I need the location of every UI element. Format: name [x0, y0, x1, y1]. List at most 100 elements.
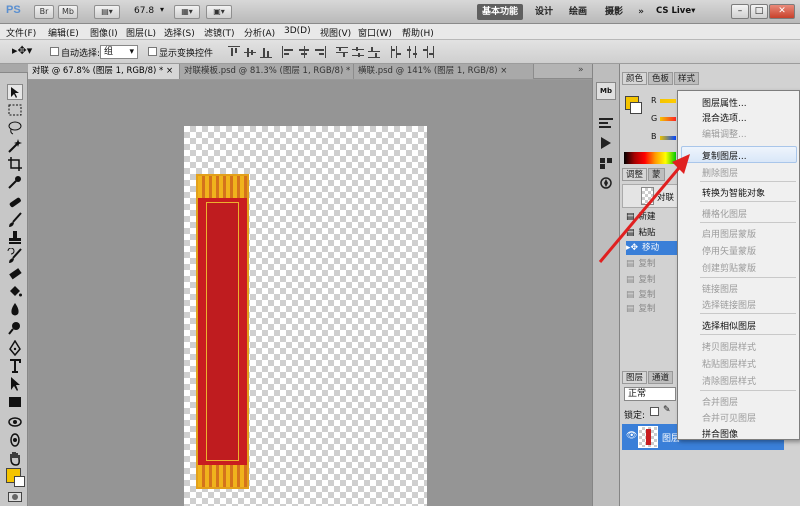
quick-mask-icon[interactable]: [8, 492, 22, 502]
tab-duilian[interactable]: 对联 @ 67.8% (图层 1, RGB/8) * ×: [28, 64, 180, 79]
color-r-slider[interactable]: [660, 99, 676, 103]
marquee-tool-icon[interactable]: [7, 102, 23, 118]
history-item[interactable]: ▤ 复制: [626, 302, 678, 316]
menu-file[interactable]: 文件(F): [6, 26, 36, 39]
distribute-right-icon[interactable]: [422, 46, 434, 58]
crop-tool-icon[interactable]: [7, 156, 23, 172]
align-hcenter-icon[interactable]: [298, 46, 310, 58]
distribute-top-icon[interactable]: [336, 46, 348, 58]
menu-duplicate-layer[interactable]: 复制图层...: [702, 149, 747, 162]
blend-mode-select[interactable]: 正常: [624, 387, 676, 401]
show-transform-checkbox[interactable]: [148, 47, 157, 56]
menu-layer[interactable]: 图层(L): [126, 26, 156, 39]
blur-tool-icon[interactable]: [7, 302, 23, 318]
couplet-layer-image[interactable]: [196, 174, 249, 489]
eye-visibility-icon[interactable]: 👁: [626, 431, 637, 441]
menu-blending-options[interactable]: 混合选项...: [702, 111, 747, 124]
menu-flatten-image[interactable]: 拼合图像: [702, 427, 738, 440]
menu-disable-vector-mask[interactable]: 停用矢量蒙版: [702, 244, 756, 257]
align-left-icon[interactable]: [282, 46, 294, 58]
menu-help[interactable]: 帮助(H): [402, 26, 434, 39]
lock-pixels-icon[interactable]: ✎: [663, 405, 671, 415]
arrange-documents-button[interactable]: ▦▾: [174, 5, 200, 19]
rectangle-tool-icon[interactable]: [7, 394, 23, 410]
workspace-painting[interactable]: 绘画: [564, 4, 592, 20]
menu-window[interactable]: 窗口(W): [358, 26, 392, 39]
eyedropper-tool-icon[interactable]: [7, 174, 23, 190]
menu-merge-layers[interactable]: 合并图层: [702, 395, 738, 408]
close-button[interactable]: ✕: [769, 4, 795, 19]
align-vcenter-icon[interactable]: [244, 46, 256, 58]
menu-enable-layer-mask[interactable]: 启用图层蒙版: [702, 227, 756, 240]
menu-copy-layer-style[interactable]: 拷贝图层样式: [702, 340, 756, 353]
pen-tool-icon[interactable]: [7, 339, 23, 357]
mini-bridge-panel-icon[interactable]: Mb: [596, 82, 616, 100]
align-bottom-icon[interactable]: [260, 46, 272, 58]
workspace-essentials[interactable]: 基本功能: [477, 4, 523, 20]
lock-transparent-icon[interactable]: [650, 407, 659, 416]
tab-henglian[interactable]: 横联.psd @ 141% (图层 1, RGB/8) ×: [354, 64, 534, 79]
menu-analysis[interactable]: 分析(A): [244, 26, 275, 39]
more-workspaces-button[interactable]: »: [634, 4, 648, 20]
close-icon[interactable]: ×: [500, 66, 507, 76]
maximize-button[interactable]: □: [750, 4, 768, 19]
menu-delete-layer[interactable]: 删除图层: [702, 166, 738, 179]
dodge-tool-icon[interactable]: [7, 320, 23, 336]
tab-duilian-template[interactable]: 对联模板.psd @ 81.3% (图层 1, RGB/8) * ×: [180, 64, 354, 79]
history-brush-tool-icon[interactable]: [7, 247, 23, 264]
history-panel-icon[interactable]: [598, 116, 614, 130]
menu-rasterize-layer[interactable]: 栅格化图层: [702, 207, 747, 220]
distribute-bottom-icon[interactable]: [368, 46, 380, 58]
3d-orbit-tool-icon[interactable]: [7, 432, 23, 448]
menu-3d[interactable]: 3D(D): [284, 26, 311, 36]
menu-paste-layer-style[interactable]: 粘贴图层样式: [702, 357, 756, 370]
magic-wand-tool-icon[interactable]: [7, 138, 23, 154]
tab-styles[interactable]: 样式: [674, 72, 700, 85]
align-right-icon[interactable]: [314, 46, 326, 58]
tab-channels[interactable]: 通道: [648, 371, 674, 384]
eraser-tool-icon[interactable]: [7, 266, 23, 282]
bridge-button[interactable]: Br: [34, 5, 54, 19]
menu-clear-layer-style[interactable]: 清除图层样式: [702, 374, 756, 387]
menu-edit[interactable]: 编辑(E): [48, 26, 79, 39]
distribute-hcenter-icon[interactable]: [406, 46, 418, 58]
tabs-overflow-icon[interactable]: »: [578, 65, 584, 75]
history-item[interactable]: ▤ 复制: [626, 273, 678, 287]
menu-image[interactable]: 图像(I): [90, 26, 118, 39]
tab-layers[interactable]: 图层: [622, 371, 648, 384]
color-g-slider[interactable]: [660, 117, 676, 121]
paint-bucket-tool-icon[interactable]: [7, 284, 23, 300]
move-tool-icon[interactable]: [7, 84, 23, 100]
screen-mode-button[interactable]: ▣▾: [206, 5, 232, 19]
menu-merge-visible[interactable]: 合并可见图层: [702, 411, 756, 424]
spot-healing-tool-icon[interactable]: [7, 194, 23, 210]
zoom-dropdown-icon[interactable]: ▾: [160, 5, 164, 14]
tab-swatches[interactable]: 色板: [648, 72, 674, 85]
move-tool-preset-icon[interactable]: ▸✥▾: [12, 44, 32, 57]
auto-select-dropdown[interactable]: 组 ▾: [100, 45, 138, 59]
hand-tool-icon[interactable]: [7, 450, 23, 466]
distribute-left-icon[interactable]: [390, 46, 402, 58]
menu-select[interactable]: 选择(S): [164, 26, 195, 39]
cs-live-button[interactable]: CS Live▾: [656, 6, 695, 16]
workspace-design[interactable]: 设计: [530, 4, 558, 20]
menu-view[interactable]: 视图(V): [320, 26, 351, 39]
mini-bridge-button[interactable]: Mb: [58, 5, 78, 19]
workspace-photography[interactable]: 摄影: [600, 4, 628, 20]
toolbox-header[interactable]: [0, 64, 28, 73]
menu-select-similar-layers[interactable]: 选择相似图层: [702, 319, 756, 332]
color-b-slider[interactable]: [660, 136, 676, 140]
background-color-swatch[interactable]: [14, 476, 25, 487]
lasso-tool-icon[interactable]: [7, 120, 23, 136]
clone-stamp-tool-icon[interactable]: [7, 230, 23, 246]
3d-rotate-tool-icon[interactable]: [7, 414, 23, 430]
color-background-swatch[interactable]: [630, 102, 642, 114]
minimize-button[interactable]: –: [731, 4, 749, 19]
zoom-level[interactable]: 67.8: [134, 6, 154, 16]
menu-select-linked-layers[interactable]: 选择链接图层: [702, 298, 756, 311]
tab-color[interactable]: 颜色: [622, 72, 648, 85]
menu-convert-smart-object[interactable]: 转换为智能对象: [702, 186, 765, 199]
align-top-icon[interactable]: [228, 46, 240, 58]
close-icon[interactable]: ×: [166, 66, 173, 76]
auto-select-checkbox[interactable]: [50, 47, 59, 56]
